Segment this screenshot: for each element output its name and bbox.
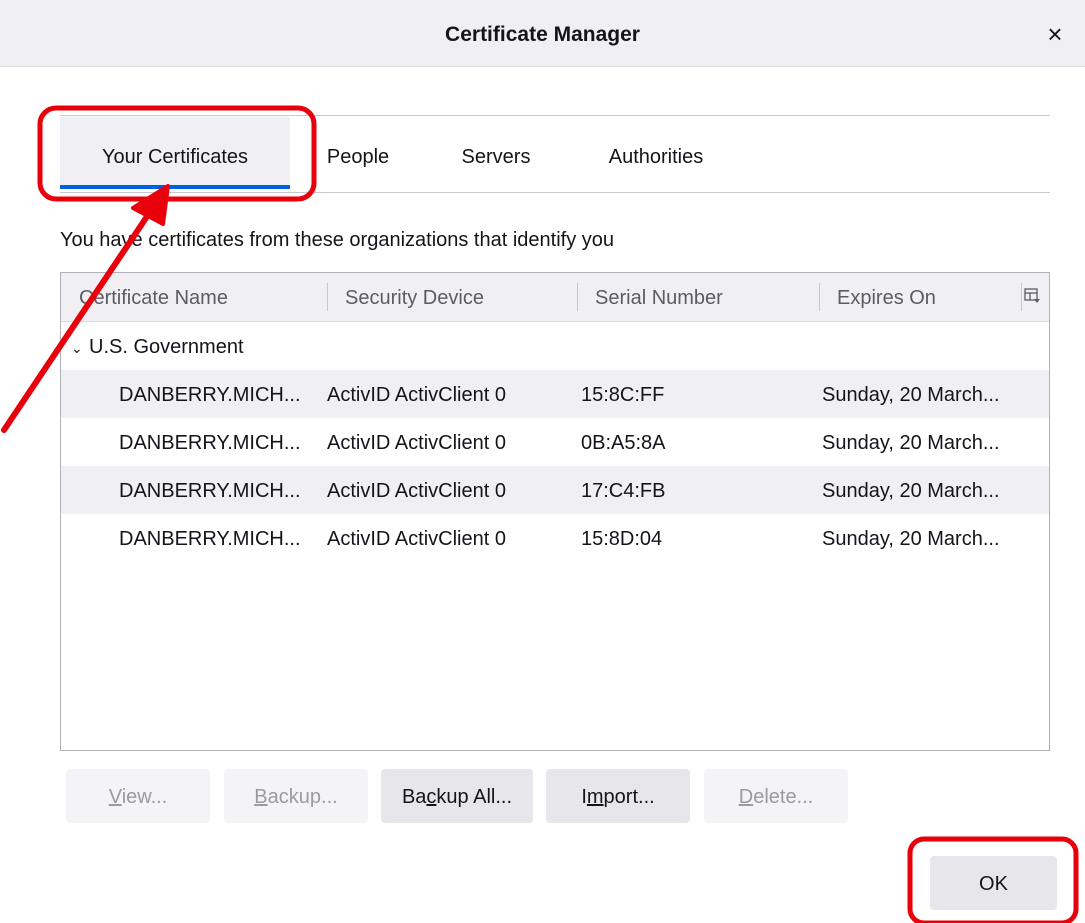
cell-certificate-name: DANBERRY.MICH... [119,432,301,454]
chevron-down-icon[interactable]: ⌄ [71,323,87,373]
cell-expires-on: Sunday, 20 March... [822,432,1000,454]
cell-security-device: ActivID ActivClient 0 [327,480,506,502]
cell-security-device: ActivID ActivClient 0 [327,432,506,454]
group-label: ⌄ U.S. Government [71,322,244,370]
import-button[interactable]: Import... [546,769,690,823]
column-header-expires-on[interactable]: Expires On [837,273,1017,321]
backup-all-button[interactable]: Backup All... [381,769,533,823]
title-bar: Certificate Manager × [0,0,1085,67]
certificate-manager-dialog: Certificate Manager × Your Certificates … [0,0,1085,923]
button-accesskey: m [586,786,604,808]
cell-serial-number: 15:8D:04 [581,528,663,550]
tree-header: Certificate Name Security Device Serial … [61,273,1049,322]
tree-group-row[interactable]: ⌄ U.S. Government [61,322,1049,370]
cell-expires-on: Sunday, 20 March... [822,384,1000,406]
column-separator[interactable] [819,283,820,311]
button-label: iew... [121,786,168,808]
button-accesskey: B [254,786,268,808]
column-header-certificate-name[interactable]: Certificate Name [79,273,325,321]
column-separator[interactable] [577,283,578,311]
delete-button[interactable]: Delete... [704,769,848,823]
button-label: Ba [401,786,427,808]
close-icon[interactable]: × [1039,18,1071,50]
column-picker-icon[interactable] [1023,287,1041,305]
tab-your-certificates[interactable]: Your Certificates [60,117,290,189]
table-row[interactable]: DANBERRY.MICH... ActivID ActivClient 0 1… [61,514,1049,562]
table-row[interactable]: DANBERRY.MICH... ActivID ActivClient 0 1… [61,370,1049,418]
cell-security-device: ActivID ActivClient 0 [327,528,506,550]
ok-button[interactable]: OK [930,856,1057,910]
selected-tab-indicator [60,185,290,189]
column-separator[interactable] [327,283,328,311]
cell-serial-number: 15:8C:FF [581,384,665,406]
view-button[interactable]: View... [66,769,210,823]
cell-security-device: ActivID ActivClient 0 [327,384,506,406]
tab-people[interactable]: People [310,117,406,189]
dialog-title: Certificate Manager [445,23,640,46]
table-row[interactable]: DANBERRY.MICH... ActivID ActivClient 0 0… [61,418,1049,466]
table-row[interactable]: DANBERRY.MICH... ActivID ActivClient 0 1… [61,466,1049,514]
tab-description: You have certificates from these organiz… [60,229,615,251]
cell-serial-number: 17:C4:FB [581,480,666,502]
button-accesskey: c [426,786,437,808]
tab-strip-top-divider [60,115,1050,116]
tab-servers[interactable]: Servers [446,117,546,189]
cell-serial-number: 0B:A5:8A [581,432,666,454]
button-label: port... [603,786,655,808]
column-separator[interactable] [1021,283,1022,311]
cell-expires-on: Sunday, 20 March... [822,528,1000,550]
tab-strip-bottom-divider [60,192,1050,193]
tab-authorities[interactable]: Authorities [586,117,726,189]
backup-button[interactable]: Backup... [224,769,368,823]
button-label: kup All... [436,786,513,808]
cell-certificate-name: DANBERRY.MICH... [119,480,301,502]
button-label: elete... [753,786,814,808]
column-header-serial-number[interactable]: Serial Number [595,273,815,321]
certificate-tree[interactable]: Certificate Name Security Device Serial … [60,272,1050,751]
group-name: U.S. Government [89,336,244,358]
cell-certificate-name: DANBERRY.MICH... [119,528,301,550]
column-header-security-device[interactable]: Security Device [345,273,575,321]
cell-certificate-name: DANBERRY.MICH... [119,384,301,406]
button-label: ackup... [267,786,338,808]
button-accesskey: V [108,786,122,808]
cell-expires-on: Sunday, 20 March... [822,480,1000,502]
button-accesskey: D [738,786,754,808]
